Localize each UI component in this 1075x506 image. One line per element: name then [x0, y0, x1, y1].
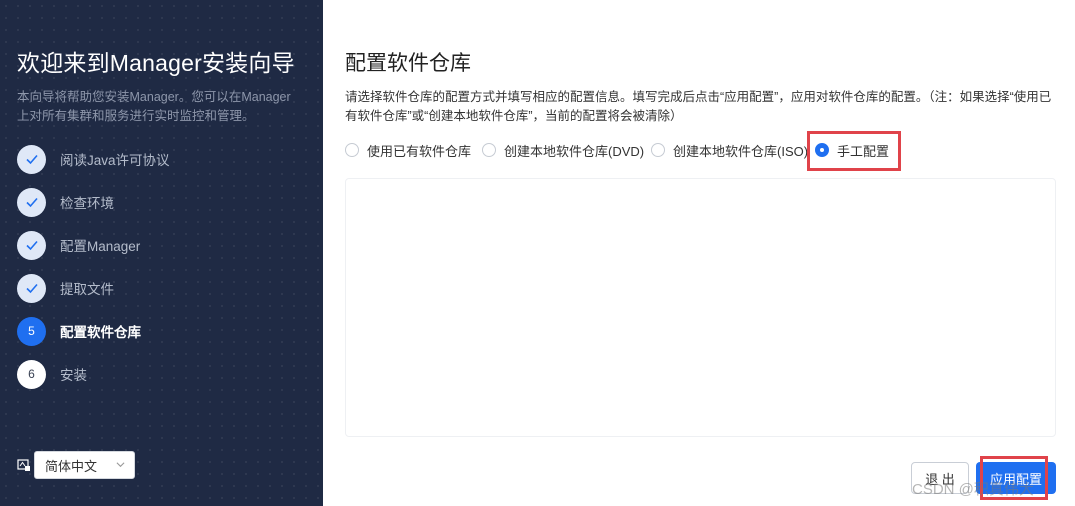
wizard-description: 本向导将帮助您安装Manager。您可以在Manager上对所有集群和服务进行实… — [17, 90, 291, 123]
config-content-panel — [345, 178, 1056, 437]
step-check-icon — [17, 187, 46, 217]
chevron-down-icon — [116, 462, 125, 468]
step-item-check-env: 检查环境 — [17, 187, 307, 217]
radio-dot[interactable] — [651, 143, 665, 157]
watermark: CSDN @积真伟大 — [912, 481, 1034, 498]
step-item-extract-files: 提取文件 — [17, 273, 307, 303]
radio-label: 使用已有软件仓库 — [367, 143, 472, 159]
radio-dot[interactable] — [482, 143, 496, 157]
radio-use-existing-repo[interactable]: 使用已有软件仓库 — [345, 140, 471, 160]
step-number: 5 — [17, 316, 46, 346]
language-select[interactable]: 简体中文 — [34, 451, 135, 479]
step-number: 6 — [17, 359, 46, 389]
step-item-config-repo: 5 配置软件仓库 — [17, 316, 307, 346]
step-check-icon — [17, 144, 46, 174]
radio-create-local-iso[interactable]: 创建本地软件仓库(ISO) — [651, 140, 808, 160]
step-item-read-license: 阅读Java许可协议 — [17, 144, 307, 174]
step-item-install: 6 安装 — [17, 359, 307, 389]
step-item-config-manager: 配置Manager — [17, 230, 307, 260]
step-label: 配置Manager — [60, 239, 141, 254]
radio-label: 创建本地软件仓库(ISO) — [673, 143, 809, 159]
step-label: 阅读Java许可协议 — [60, 153, 170, 168]
step-check-icon — [17, 230, 46, 260]
page-description: 请选择软件仓库的配置方式并填写相应的配置信息。填写完成后点击“应用配置”，应用对… — [345, 90, 1052, 123]
wizard-title: 欢迎来到Manager安装向导 — [17, 50, 295, 76]
highlight-annotation — [807, 131, 901, 171]
sidebar: 欢迎来到Manager安装向导 本向导将帮助您安装Manager。您可以在Man… — [0, 0, 323, 506]
step-label: 安装 — [60, 368, 87, 383]
language-select-value: 简体中文 — [45, 458, 98, 474]
step-label: 提取文件 — [60, 282, 114, 297]
radio-label: 创建本地软件仓库(DVD) — [504, 143, 645, 159]
page-title: 配置软件仓库 — [345, 52, 471, 75]
radio-dot[interactable] — [345, 143, 359, 157]
step-label: 检查环境 — [60, 196, 114, 211]
radio-create-local-dvd[interactable]: 创建本地软件仓库(DVD) — [482, 140, 644, 160]
step-check-icon — [17, 273, 46, 303]
step-label: 配置软件仓库 — [60, 325, 141, 340]
language-icon — [17, 459, 30, 471]
